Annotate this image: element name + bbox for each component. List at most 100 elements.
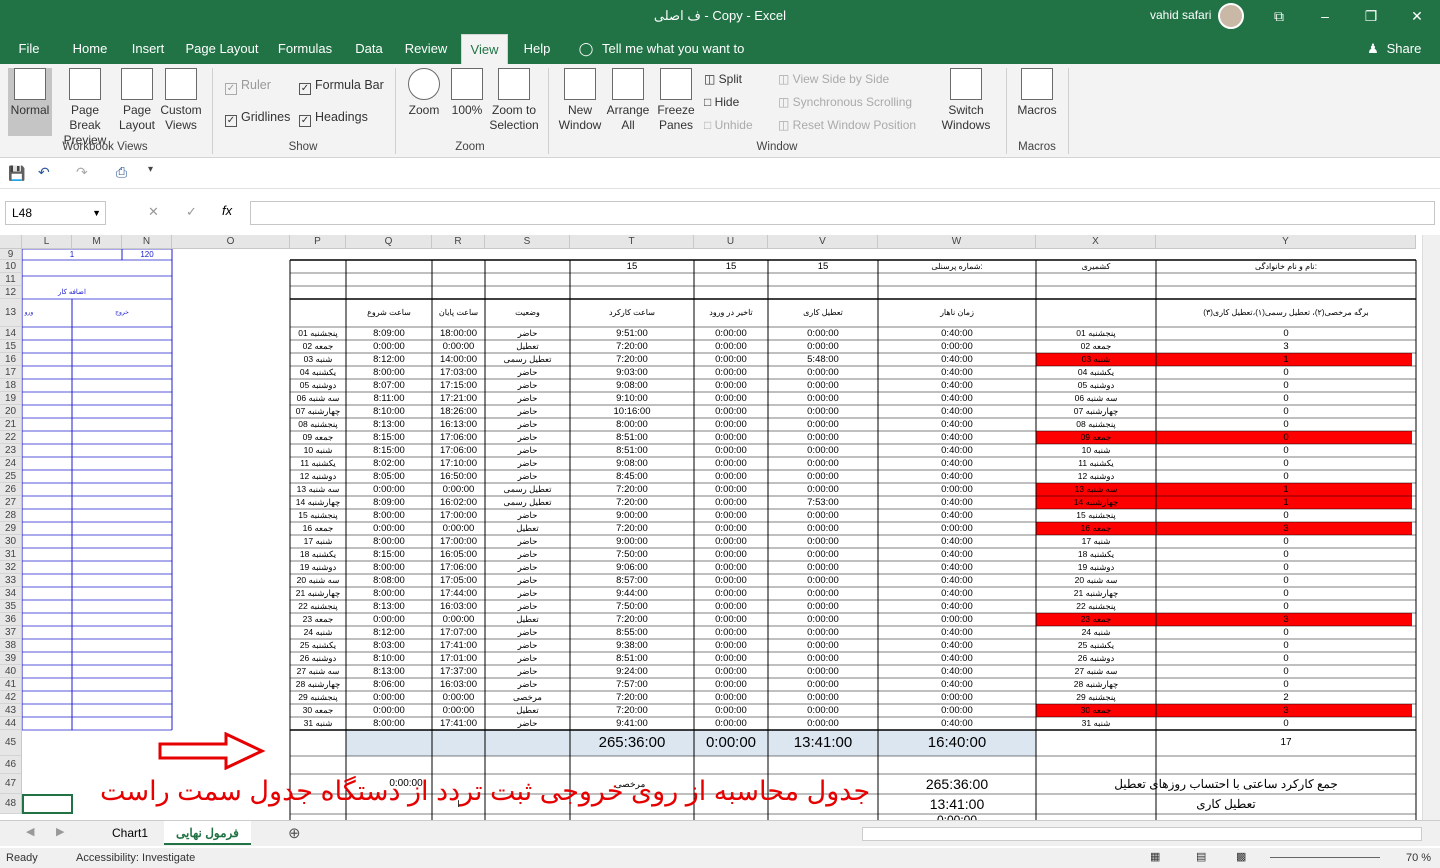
table-cell[interactable]: 0	[1157, 548, 1415, 561]
table-cell[interactable]: 0:00:00	[695, 418, 767, 431]
table-cell[interactable]: 0	[1157, 574, 1415, 587]
row-header[interactable]: 11	[0, 273, 22, 286]
table-cell[interactable]: 8:02:00	[347, 457, 431, 470]
table-cell[interactable]: 0:00:00	[433, 340, 484, 353]
table-cell[interactable]: دوشنبه 05	[1037, 379, 1155, 392]
table-cell[interactable]: 0:40:00	[879, 444, 1035, 457]
table-cell[interactable]: 9:41:00	[571, 717, 693, 730]
table-cell[interactable]: حاضر	[486, 587, 569, 600]
tab-file[interactable]: File	[8, 34, 50, 64]
table-cell[interactable]: تعطیل	[486, 613, 569, 626]
row-header[interactable]: 36	[0, 613, 22, 626]
function-icon[interactable]: fx	[222, 203, 232, 218]
table-cell[interactable]: شنبه 10	[291, 444, 345, 457]
column-header[interactable]: T	[570, 235, 694, 249]
table-cell[interactable]: 0:00:00	[695, 652, 767, 665]
maximize-button[interactable]: ❐	[1348, 0, 1394, 32]
header-cell[interactable]: کشمیری	[1037, 260, 1155, 273]
table-cell[interactable]: 3	[1157, 613, 1415, 626]
table-cell[interactable]: 5:48:00	[769, 353, 877, 366]
table-cell[interactable]: 17:07:00	[433, 626, 484, 639]
table-cell[interactable]: 0:40:00	[879, 470, 1035, 483]
row-header[interactable]: 35	[0, 600, 22, 613]
table-cell[interactable]: 7:20:00	[571, 340, 693, 353]
header-cell[interactable]: شماره پرسنلی:	[879, 260, 1035, 273]
table-cell[interactable]: 0	[1157, 470, 1415, 483]
table-cell[interactable]: 0:00:00	[695, 678, 767, 691]
table-cell[interactable]: سه شنبه 27	[291, 665, 345, 678]
table-cell[interactable]: 7:57:00	[571, 678, 693, 691]
left-cell[interactable]: 120	[123, 249, 171, 260]
table-cell[interactable]: پنجشنبه 08	[1037, 418, 1155, 431]
table-cell[interactable]: 0	[1157, 639, 1415, 652]
tab-insert[interactable]: Insert	[126, 34, 170, 64]
table-cell[interactable]: 0:00:00	[769, 652, 877, 665]
table-cell[interactable]: 0:00:00	[433, 704, 484, 717]
table-cell[interactable]: سه شنبه 13	[1037, 483, 1155, 496]
table-cell[interactable]: پنجشنبه 01	[291, 327, 345, 340]
table-cell[interactable]: 16:13:00	[433, 418, 484, 431]
row-header[interactable]: 43	[0, 704, 22, 717]
table-cell[interactable]: 0:00:00	[695, 431, 767, 444]
table-cell[interactable]: پنجشنبه 15	[1037, 509, 1155, 522]
table-cell[interactable]: 17:44:00	[433, 587, 484, 600]
row-header[interactable]: 22	[0, 431, 22, 444]
table-cell[interactable]: 0:00:00	[347, 613, 431, 626]
table-cell[interactable]: 0	[1157, 366, 1415, 379]
table-cell[interactable]: 3	[1157, 340, 1415, 353]
table-cell[interactable]: چهارشنبه 07	[291, 405, 345, 418]
table-cell[interactable]: 1	[1157, 496, 1415, 509]
table-cell[interactable]: 17:01:00	[433, 652, 484, 665]
table-cell[interactable]: 3	[1157, 704, 1415, 717]
selected-cell[interactable]	[22, 794, 73, 814]
column-header[interactable]: Q	[346, 235, 432, 249]
table-cell[interactable]: 0:00:00	[769, 470, 877, 483]
table-cell[interactable]: چهارشنبه 07	[1037, 405, 1155, 418]
avatar[interactable]	[1218, 3, 1244, 29]
table-cell[interactable]: حاضر	[486, 327, 569, 340]
tab-formulas[interactable]: Formulas	[274, 34, 336, 64]
table-cell[interactable]: شنبه 10	[1037, 444, 1155, 457]
table-cell[interactable]: 0	[1157, 457, 1415, 470]
share-button[interactable]: Share	[1384, 34, 1424, 64]
column-header[interactable]: X	[1036, 235, 1156, 249]
table-cell[interactable]: 7:50:00	[571, 600, 693, 613]
column-header[interactable]: N	[122, 235, 172, 249]
table-cell[interactable]: یکشنبه 25	[291, 639, 345, 652]
table-cell[interactable]: 0:00:00	[695, 587, 767, 600]
table-cell[interactable]: شنبه 17	[1037, 535, 1155, 548]
table-cell[interactable]: 0:40:00	[879, 717, 1035, 730]
table-cell[interactable]: حاضر	[486, 509, 569, 522]
table-header[interactable]: تاخیر در ورود	[695, 299, 767, 327]
table-cell[interactable]: 0:00:00	[695, 574, 767, 587]
table-cell[interactable]: حاضر	[486, 678, 569, 691]
table-cell[interactable]: 0:00:00	[695, 626, 767, 639]
horizontal-scrollbar[interactable]	[862, 827, 1422, 841]
table-cell[interactable]: 0:40:00	[879, 678, 1035, 691]
zoom-level[interactable]: 70 %	[1406, 852, 1431, 864]
table-cell[interactable]: 8:51:00	[571, 652, 693, 665]
table-cell[interactable]: 0:00:00	[769, 548, 877, 561]
table-cell[interactable]: یکشنبه 25	[1037, 639, 1155, 652]
tab-view[interactable]: View	[461, 34, 508, 64]
table-cell[interactable]: 17:03:00	[433, 366, 484, 379]
table-cell[interactable]: 17:21:00	[433, 392, 484, 405]
table-cell[interactable]: 0:00:00	[879, 704, 1035, 717]
zoom-slider[interactable]	[1270, 857, 1380, 858]
row-header[interactable]: 46	[0, 756, 22, 774]
table-cell[interactable]: 0:40:00	[879, 379, 1035, 392]
total-cell[interactable]: 16:40:00	[879, 730, 1035, 756]
page-layout-icon[interactable]: ▤	[1196, 850, 1206, 863]
table-cell[interactable]: 0	[1157, 600, 1415, 613]
table-cell[interactable]: 0:00:00	[695, 379, 767, 392]
table-cell[interactable]: 0:00:00	[879, 483, 1035, 496]
table-cell[interactable]: 0:40:00	[879, 600, 1035, 613]
table-cell[interactable]: حاضر	[486, 444, 569, 457]
table-cell[interactable]: چهارشنبه 14	[1037, 496, 1155, 509]
table-cell[interactable]: 8:13:00	[347, 600, 431, 613]
table-cell[interactable]: حاضر	[486, 470, 569, 483]
table-cell[interactable]: 16:05:00	[433, 548, 484, 561]
table-cell[interactable]: 8:06:00	[347, 678, 431, 691]
add-sheet-icon[interactable]: ⊕	[288, 824, 301, 842]
table-cell[interactable]: دوشنبه 12	[291, 470, 345, 483]
